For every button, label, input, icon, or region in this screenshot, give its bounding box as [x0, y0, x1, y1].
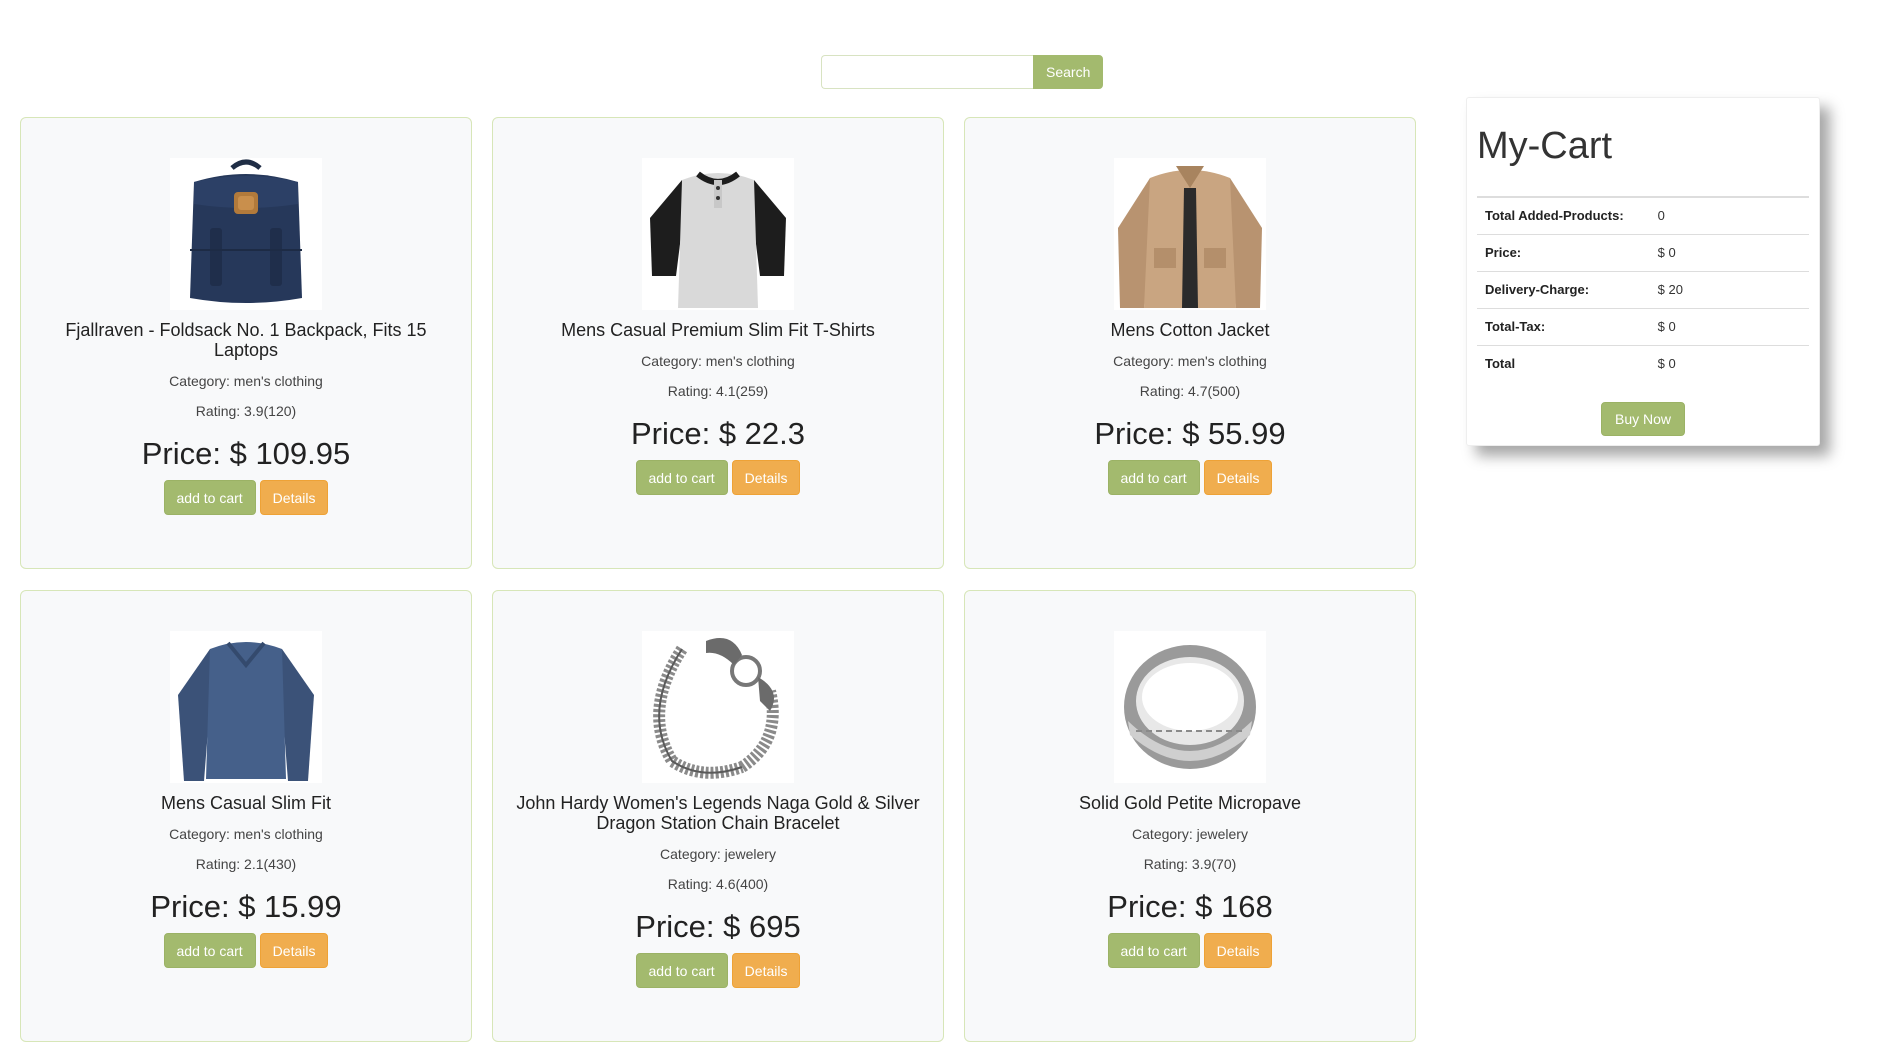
- add-to-cart-button[interactable]: add to cart: [163, 933, 256, 968]
- product-title: Mens Cotton Jacket: [1110, 320, 1270, 340]
- cart-summary-table: Total Added-Products: 0 Price: $ 0 Deliv…: [1477, 196, 1809, 382]
- cart-row-label: Price:: [1477, 234, 1650, 272]
- cart-row-value: $ 0: [1657, 356, 1676, 372]
- product-card: John Hardy Women's Legends Naga Gold & S…: [492, 590, 944, 1042]
- product-grid: Fjallraven - Foldsack No. 1 Backpack, Fi…: [20, 117, 1417, 1042]
- product-title: Fjallraven - Foldsack No. 1 Backpack, Fi…: [65, 320, 427, 360]
- search-input[interactable]: [821, 55, 1033, 89]
- cart-row-total: Total $ 0: [1477, 345, 1809, 382]
- product-rating: Rating: 4.6(400): [667, 876, 769, 892]
- product-rating: Rating: 4.1(259): [667, 383, 769, 399]
- search-button[interactable]: Search: [1033, 55, 1104, 89]
- product-actions: add to cart Details: [163, 933, 329, 968]
- cart-panel: My-Cart Total Added-Products: 0 Price: $…: [1466, 97, 1820, 446]
- product-title: Solid Gold Petite Micropave: [1078, 793, 1302, 813]
- cart-row-label: Total: [1485, 356, 1516, 372]
- cart-row-total-products: Total Added-Products: 0: [1477, 197, 1809, 235]
- add-to-cart-button[interactable]: add to cart: [1107, 460, 1200, 495]
- add-to-cart-button[interactable]: add to cart: [163, 480, 256, 515]
- product-price: Price: $ 22.3: [630, 416, 806, 451]
- product-actions: add to cart Details: [635, 460, 801, 495]
- product-title: John Hardy Women's Legends Naga Gold & S…: [516, 793, 920, 833]
- cart-row-delivery: Delivery-Charge: $ 20: [1477, 271, 1809, 309]
- search-bar: Search: [821, 55, 1104, 89]
- details-button[interactable]: Details: [1203, 933, 1273, 968]
- product-title: Mens Casual Slim Fit: [160, 793, 332, 813]
- cart-row-tax: Total-Tax: $ 0: [1477, 308, 1809, 346]
- product-price: Price: $ 55.99: [1094, 416, 1286, 451]
- cart-row-value: 0: [1649, 197, 1809, 235]
- product-card: Mens Casual Slim Fit Category: men's clo…: [20, 590, 472, 1042]
- product-actions: add to cart Details: [1107, 933, 1273, 968]
- product-rating: Rating: 3.9(70): [1143, 856, 1237, 872]
- cart-row-label: Total Added-Products:: [1477, 197, 1650, 235]
- details-button[interactable]: Details: [259, 480, 329, 515]
- product-rating: Rating: 4.7(500): [1139, 383, 1241, 399]
- product-card: Mens Casual Premium Slim Fit T-Shirts Ca…: [492, 117, 944, 569]
- product-image-ring: [1114, 631, 1266, 783]
- details-button[interactable]: Details: [1203, 460, 1273, 495]
- product-image-tshirt: [642, 158, 794, 310]
- product-card: Solid Gold Petite Micropave Category: je…: [964, 590, 1416, 1042]
- details-button[interactable]: Details: [731, 953, 801, 988]
- add-to-cart-button[interactable]: add to cart: [635, 953, 728, 988]
- product-category: Category: men's clothing: [641, 353, 795, 369]
- product-category: Category: jewelery: [1132, 826, 1248, 842]
- product-image-jacket: [1114, 158, 1266, 310]
- buy-now-button[interactable]: Buy Now: [1600, 402, 1686, 436]
- cart-row-value: $ 0: [1649, 308, 1809, 346]
- buy-now-wrapper: Buy Now: [1477, 402, 1809, 436]
- cart-title: My-Cart: [1477, 125, 1613, 167]
- cart-row-label: Delivery-Charge:: [1477, 271, 1650, 309]
- product-rating: Rating: 3.9(120): [195, 403, 297, 419]
- add-to-cart-button[interactable]: add to cart: [635, 460, 728, 495]
- product-actions: add to cart Details: [635, 953, 801, 988]
- details-button[interactable]: Details: [259, 933, 329, 968]
- product-image-backpack: [170, 158, 322, 310]
- product-category: Category: jewelery: [660, 846, 776, 862]
- product-price: Price: $ 109.95: [141, 436, 351, 471]
- add-to-cart-button[interactable]: add to cart: [1107, 933, 1200, 968]
- product-image-longsleeve: [170, 631, 322, 783]
- product-price: Price: $ 168: [1107, 889, 1273, 924]
- product-actions: add to cart Details: [1107, 460, 1273, 495]
- product-actions: add to cart Details: [163, 480, 329, 515]
- cart-row-value: $ 20: [1649, 271, 1809, 309]
- product-image-bracelet: [642, 631, 794, 783]
- product-price: Price: $ 15.99: [150, 889, 342, 924]
- cart-row-value: $ 0: [1649, 234, 1809, 272]
- product-category: Category: men's clothing: [169, 826, 323, 842]
- product-card: Fjallraven - Foldsack No. 1 Backpack, Fi…: [20, 117, 472, 569]
- product-card: Mens Cotton Jacket Category: men's cloth…: [964, 117, 1416, 569]
- product-category: Category: men's clothing: [1113, 353, 1267, 369]
- cart-row-price: Price: $ 0: [1477, 234, 1809, 272]
- details-button[interactable]: Details: [731, 460, 801, 495]
- product-rating: Rating: 2.1(430): [195, 856, 297, 872]
- product-category: Category: men's clothing: [169, 373, 323, 389]
- cart-row-label: Total-Tax:: [1477, 308, 1650, 346]
- product-price: Price: $ 695: [635, 909, 801, 944]
- product-title: Mens Casual Premium Slim Fit T-Shirts: [561, 320, 875, 340]
